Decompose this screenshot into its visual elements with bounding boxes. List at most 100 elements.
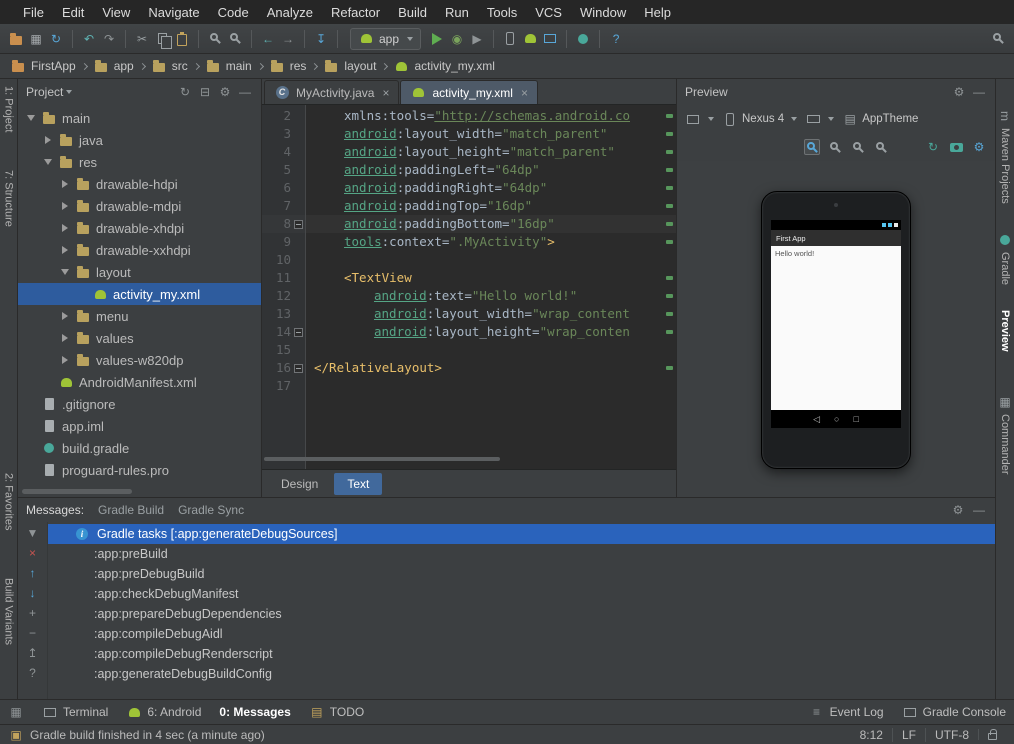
paste-icon[interactable] [174, 31, 190, 47]
breadcrumb-item-main[interactable]: main [203, 56, 254, 76]
menu-tools[interactable]: Tools [478, 2, 526, 23]
actual-size-icon[interactable] [827, 139, 843, 155]
redo-icon[interactable]: ↷ [101, 31, 117, 47]
run-configuration-dropdown[interactable]: app [350, 27, 422, 50]
tree-toggle-icon[interactable] [60, 269, 70, 275]
menu-file[interactable]: File [14, 2, 53, 23]
code-line-17[interactable] [306, 377, 676, 395]
down-icon[interactable]: ↓ [25, 585, 41, 601]
tree-toggle-icon[interactable] [60, 180, 70, 188]
tool-switcher-icon[interactable]: ▦ [8, 704, 24, 720]
tree-item-gitignore[interactable]: .gitignore [18, 393, 261, 415]
tab-design[interactable]: Design [268, 473, 331, 495]
menu-code[interactable]: Code [209, 2, 258, 23]
message-row-7[interactable]: :app:generateDebugBuildConfig [48, 664, 995, 684]
message-row-2[interactable]: :app:preDebugBuild [48, 564, 995, 584]
tree-item-androidmanifest-xml[interactable]: AndroidManifest.xml [18, 371, 261, 393]
preview-settings-icon[interactable]: ⚙ [971, 139, 987, 155]
code-line-13[interactable]: android:layout_width="wrap_content [306, 305, 676, 323]
device-dropdown[interactable]: Nexus 4 [722, 111, 798, 127]
hide-icon[interactable]: — [971, 84, 987, 100]
gradle-sync-icon[interactable] [575, 31, 591, 47]
tree-item-activity-my-xml[interactable]: activity_my.xml [18, 283, 261, 305]
refresh-preview-icon[interactable]: ↻ [925, 139, 941, 155]
menu-refactor[interactable]: Refactor [322, 2, 389, 23]
filter-icon[interactable]: ▼ [25, 525, 41, 541]
editor-tab-myactivity-java[interactable]: C MyActivity.java × [264, 80, 400, 104]
editor-hscrollbar[interactable] [264, 457, 500, 461]
editor-tab-activity-my-xml[interactable]: activity_my.xml × [400, 80, 538, 104]
forward-icon[interactable]: → [280, 31, 296, 47]
messages-tab-gradle-sync[interactable]: Gradle Sync [178, 503, 244, 517]
back-icon[interactable]: ← [260, 31, 276, 47]
breadcrumb-item-layout[interactable]: layout [321, 56, 378, 76]
message-row-6[interactable]: :app:compileDebugRenderscript [48, 644, 995, 664]
message-row-0[interactable]: i Gradle tasks [:app:generateDebugSources… [48, 524, 995, 544]
up-icon[interactable]: ↑ [25, 565, 41, 581]
menu-run[interactable]: Run [436, 2, 478, 23]
tool-button-build-variants[interactable]: Build Variants [0, 575, 17, 648]
message-row-4[interactable]: :app:prepareDebugDependencies [48, 604, 995, 624]
code-line-11[interactable]: <TextView [306, 269, 676, 287]
tree-item-res[interactable]: res [18, 151, 261, 173]
code-line-15[interactable] [306, 341, 676, 359]
menu-view[interactable]: View [93, 2, 139, 23]
help-icon[interactable]: ? [25, 665, 41, 681]
screenshot-icon[interactable] [948, 139, 964, 155]
sdk-manager-icon[interactable] [522, 31, 538, 47]
tree-item-build-gradle[interactable]: build.gradle [18, 437, 261, 459]
tree-item-drawable-xhdpi[interactable]: drawable-xhdpi [18, 217, 261, 239]
tree-item-drawable-mdpi[interactable]: drawable-mdpi [18, 195, 261, 217]
line-separator[interactable]: LF [891, 727, 925, 742]
tree-item-layout[interactable]: layout [18, 261, 261, 283]
menu-build[interactable]: Build [389, 2, 436, 23]
tree-item-app-iml[interactable]: app.iml [18, 415, 261, 437]
close-tab-icon[interactable]: × [382, 86, 389, 100]
tree-toggle-icon[interactable] [60, 334, 70, 342]
cut-icon[interactable]: ✂ [134, 31, 150, 47]
export-icon[interactable]: ↥ [25, 645, 41, 661]
settings-icon[interactable]: ⚙ [951, 84, 967, 100]
tree-toggle-icon[interactable] [43, 136, 53, 144]
todo-button[interactable]: ▤ TODO [309, 704, 364, 720]
encoding[interactable]: UTF-8 [925, 727, 978, 742]
replace-icon[interactable] [227, 31, 243, 47]
tool-button-gradle[interactable]: Gradle [996, 229, 1014, 288]
debug-icon[interactable]: ◉ [449, 31, 465, 47]
avd-manager-icon[interactable] [502, 31, 518, 47]
menu-analyze[interactable]: Analyze [258, 2, 322, 23]
tree-toggle-icon[interactable] [60, 312, 70, 320]
sync-icon[interactable]: ↻ [48, 31, 64, 47]
breadcrumb-item-res[interactable]: res [267, 56, 309, 76]
message-row-3[interactable]: :app:checkDebugManifest [48, 584, 995, 604]
tree-item-values[interactable]: values [18, 327, 261, 349]
tool-button-1-project[interactable]: 1: Project [0, 83, 17, 135]
tree-toggle-icon[interactable] [26, 115, 36, 121]
tool-button-2-favorites[interactable]: 2: Favorites [0, 470, 17, 533]
save-all-icon[interactable]: ▦ [28, 31, 44, 47]
run-icon[interactable] [429, 31, 445, 47]
menu-navigate[interactable]: Navigate [139, 2, 208, 23]
theme-dropdown[interactable]: ▤ AppTheme [842, 111, 919, 127]
tab-text[interactable]: Text [334, 472, 383, 495]
tool-button-commander[interactable]: ▦ Commander [996, 391, 1014, 478]
zoom-in-icon[interactable] [850, 139, 866, 155]
menu-window[interactable]: Window [571, 2, 635, 23]
terminal-button[interactable]: Terminal [42, 704, 108, 720]
android-button[interactable]: 6: Android [126, 704, 201, 720]
project-view-selector[interactable]: Project [26, 85, 73, 99]
message-row-1[interactable]: :app:preBuild [48, 544, 995, 564]
make-project-icon[interactable]: ↧ [313, 31, 329, 47]
message-row-5[interactable]: :app:compileDebugAidl [48, 624, 995, 644]
write-lock-cell[interactable] [978, 729, 1006, 740]
hide-icon[interactable]: — [971, 502, 987, 518]
fold-marker-icon[interactable] [294, 327, 303, 337]
code-line-14[interactable]: android:layout_height="wrap_conten [306, 323, 676, 341]
code-editor[interactable]: 2 3 4 5 6 7 8 9 10 11 12 13 14 15 16 17 xmlns:tools="ht… [262, 105, 676, 469]
code-line-3[interactable]: android:layout_width="match_parent" [306, 125, 676, 143]
tree-item-proguard-rules-pro[interactable]: proguard-rules.pro [18, 459, 261, 481]
tree-toggle-icon[interactable] [60, 246, 70, 254]
close-tab-icon[interactable]: × [521, 86, 528, 100]
breadcrumb-item-firstapp[interactable]: FirstApp [8, 56, 78, 76]
tree-toggle-icon[interactable] [60, 202, 70, 210]
